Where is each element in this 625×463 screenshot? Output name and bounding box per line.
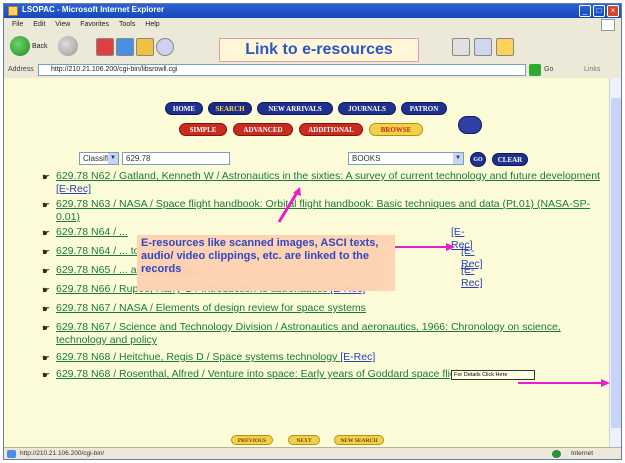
- collection-select-value: BOOKS: [352, 154, 381, 163]
- folder-icon[interactable]: [496, 38, 514, 56]
- title-bar: LSOPAC - Microsoft Internet Explorer _ □…: [4, 4, 621, 18]
- chevron-down-icon[interactable]: ▼: [108, 153, 118, 164]
- result-text[interactable]: 629.78 N63 / NASA / Space flight handboo…: [56, 198, 590, 223]
- stop-icon[interactable]: [96, 38, 114, 56]
- result-text[interactable]: 629.78 N64 / ...: [56, 226, 128, 238]
- pointing-hand-icon: ☛: [42, 304, 51, 314]
- search-icon[interactable]: [156, 38, 174, 56]
- home-icon[interactable]: [136, 38, 154, 56]
- pointing-hand-icon: ☛: [42, 285, 51, 295]
- go-arrow-icon[interactable]: [529, 64, 541, 76]
- minimize-icon[interactable]: _: [579, 5, 591, 17]
- address-input[interactable]: http://210.21.106.200/cgi-bin/libsrowll.…: [38, 64, 526, 76]
- address-bar: Address http://210.21.106.200/cgi-bin/li…: [4, 63, 621, 77]
- pointing-hand-icon: ☛: [42, 266, 51, 276]
- query-input[interactable]: 629.78: [122, 152, 230, 165]
- menu-view[interactable]: View: [55, 21, 70, 28]
- result-item[interactable]: ☛ 629.78 N62 / Gatland, Kenneth W / Astr…: [42, 170, 602, 196]
- result-text[interactable]: 629.78 N67 / Science and Technology Divi…: [56, 321, 561, 346]
- menu-edit[interactable]: Edit: [33, 21, 45, 28]
- status-text: http://210.21.106.200/cgi-bin/: [20, 450, 105, 457]
- page-icon: [7, 450, 16, 458]
- erec-link[interactable]: [E-Rec]: [56, 183, 91, 195]
- menu-help[interactable]: Help: [145, 21, 159, 28]
- result-text[interactable]: 629.78 N68 / Rosenthal, Alfred / Venture…: [56, 368, 497, 380]
- result-item[interactable]: ☛ 629.78 N67 / Science and Technology Di…: [42, 321, 602, 347]
- address-label: Address: [8, 66, 34, 73]
- result-item[interactable]: ☛ 629.78 N64 / ... [E-Rec]: [42, 226, 473, 251]
- new-search-button[interactable]: NEW SEARCH: [334, 435, 384, 445]
- nav-home-button[interactable]: HOME: [165, 102, 203, 115]
- pointing-hand-icon: ☛: [42, 323, 51, 333]
- result-text[interactable]: 629.78 N68 / Heitchue, Regis D / Space s…: [56, 351, 337, 363]
- result-text[interactable]: 629.78 N62 / Gatland, Kenneth W / Astron…: [56, 170, 600, 182]
- refresh-icon[interactable]: [116, 38, 134, 56]
- menu-bar: File Edit View Favorites Tools Help: [4, 18, 621, 32]
- go-button[interactable]: GO: [470, 152, 486, 167]
- nav-journals-button[interactable]: JOURNALS: [338, 102, 396, 115]
- result-item[interactable]: ☛ 629.78 N68 / Heitchue, Regis D / Space…: [42, 351, 375, 364]
- result-text[interactable]: 629.78 N67 / NASA / Elements of design r…: [56, 302, 366, 314]
- back-button-icon[interactable]: [10, 36, 30, 56]
- next-button[interactable]: NEXT: [288, 435, 320, 445]
- erec-link[interactable]: [E-Rec]: [340, 351, 375, 363]
- nav-additional-button[interactable]: ADDITIONAL: [299, 123, 363, 136]
- result-item[interactable]: ☛ 629.78 N67 / NASA / Elements of design…: [42, 302, 366, 315]
- maximize-icon[interactable]: □: [593, 5, 605, 17]
- callout-link-to-e-resources: Link to e-resources: [219, 38, 419, 62]
- pointing-hand-icon: ☛: [42, 228, 51, 238]
- vertical-scrollbar[interactable]: [609, 78, 621, 451]
- nav-patron-button[interactable]: PATRON: [401, 102, 447, 115]
- close-icon[interactable]: ×: [607, 5, 619, 17]
- nav-advanced-button[interactable]: ADVANCED: [233, 123, 293, 136]
- clear-button[interactable]: CLEAR: [492, 153, 528, 166]
- zone-label: Internet: [570, 450, 593, 457]
- menu-tools[interactable]: Tools: [119, 21, 135, 28]
- ie-icon: [8, 6, 18, 16]
- pointing-hand-icon: ☛: [42, 200, 51, 210]
- menu-file[interactable]: File: [12, 21, 23, 28]
- go-label[interactable]: Go: [544, 66, 553, 73]
- previous-button[interactable]: PREVIOUS: [231, 435, 273, 445]
- nav-search-button[interactable]: SEARCH: [208, 102, 252, 115]
- menu-favorites[interactable]: Favorites: [80, 21, 109, 28]
- pointing-hand-icon: ☛: [42, 370, 51, 380]
- pointing-hand-icon: ☛: [42, 353, 51, 363]
- print-icon[interactable]: [474, 38, 492, 56]
- pointing-hand-icon: ☛: [42, 247, 51, 257]
- links-label[interactable]: Links: [584, 66, 600, 73]
- callout-e-resources-info: E-resources like scanned images, ASCI te…: [137, 235, 395, 291]
- nav-new-arrivals-button[interactable]: NEW ARRIVALS: [257, 102, 333, 115]
- nav-browse-button[interactable]: BROWSE: [369, 123, 423, 136]
- result-item[interactable]: ☛ 629.78 N68 / Rosenthal, Alfred / Ventu…: [42, 368, 497, 381]
- details-tooltip: For Details Click Here: [451, 370, 535, 380]
- help-button-icon[interactable]: [458, 116, 482, 134]
- windows-logo-icon: [601, 19, 615, 31]
- collection-select[interactable]: BOOKS ▼: [348, 152, 464, 165]
- callout-text: E-resources like scanned images, ASCI te…: [141, 237, 379, 275]
- erec-link[interactable]: [E-Rec]: [461, 264, 483, 290]
- status-bar: http://210.21.106.200/cgi-bin/ Internet: [4, 447, 621, 459]
- pointing-hand-icon: ☛: [42, 172, 51, 182]
- back-label[interactable]: Back: [32, 43, 48, 50]
- browser-window: LSOPAC - Microsoft Internet Explorer _ □…: [3, 3, 622, 460]
- scrollbar-thumb[interactable]: [611, 98, 621, 428]
- forward-button-icon[interactable]: [58, 36, 78, 56]
- mail-icon[interactable]: [452, 38, 470, 56]
- globe-icon: [552, 450, 561, 458]
- nav-simple-button[interactable]: SIMPLE: [179, 123, 227, 136]
- result-item[interactable]: ☛ 629.78 N63 / NASA / Space flight handb…: [42, 198, 602, 224]
- chevron-down-icon[interactable]: ▼: [453, 153, 463, 164]
- field-select[interactable]: Classified ▼: [79, 152, 119, 165]
- window-title: LSOPAC - Microsoft Internet Explorer: [22, 5, 165, 14]
